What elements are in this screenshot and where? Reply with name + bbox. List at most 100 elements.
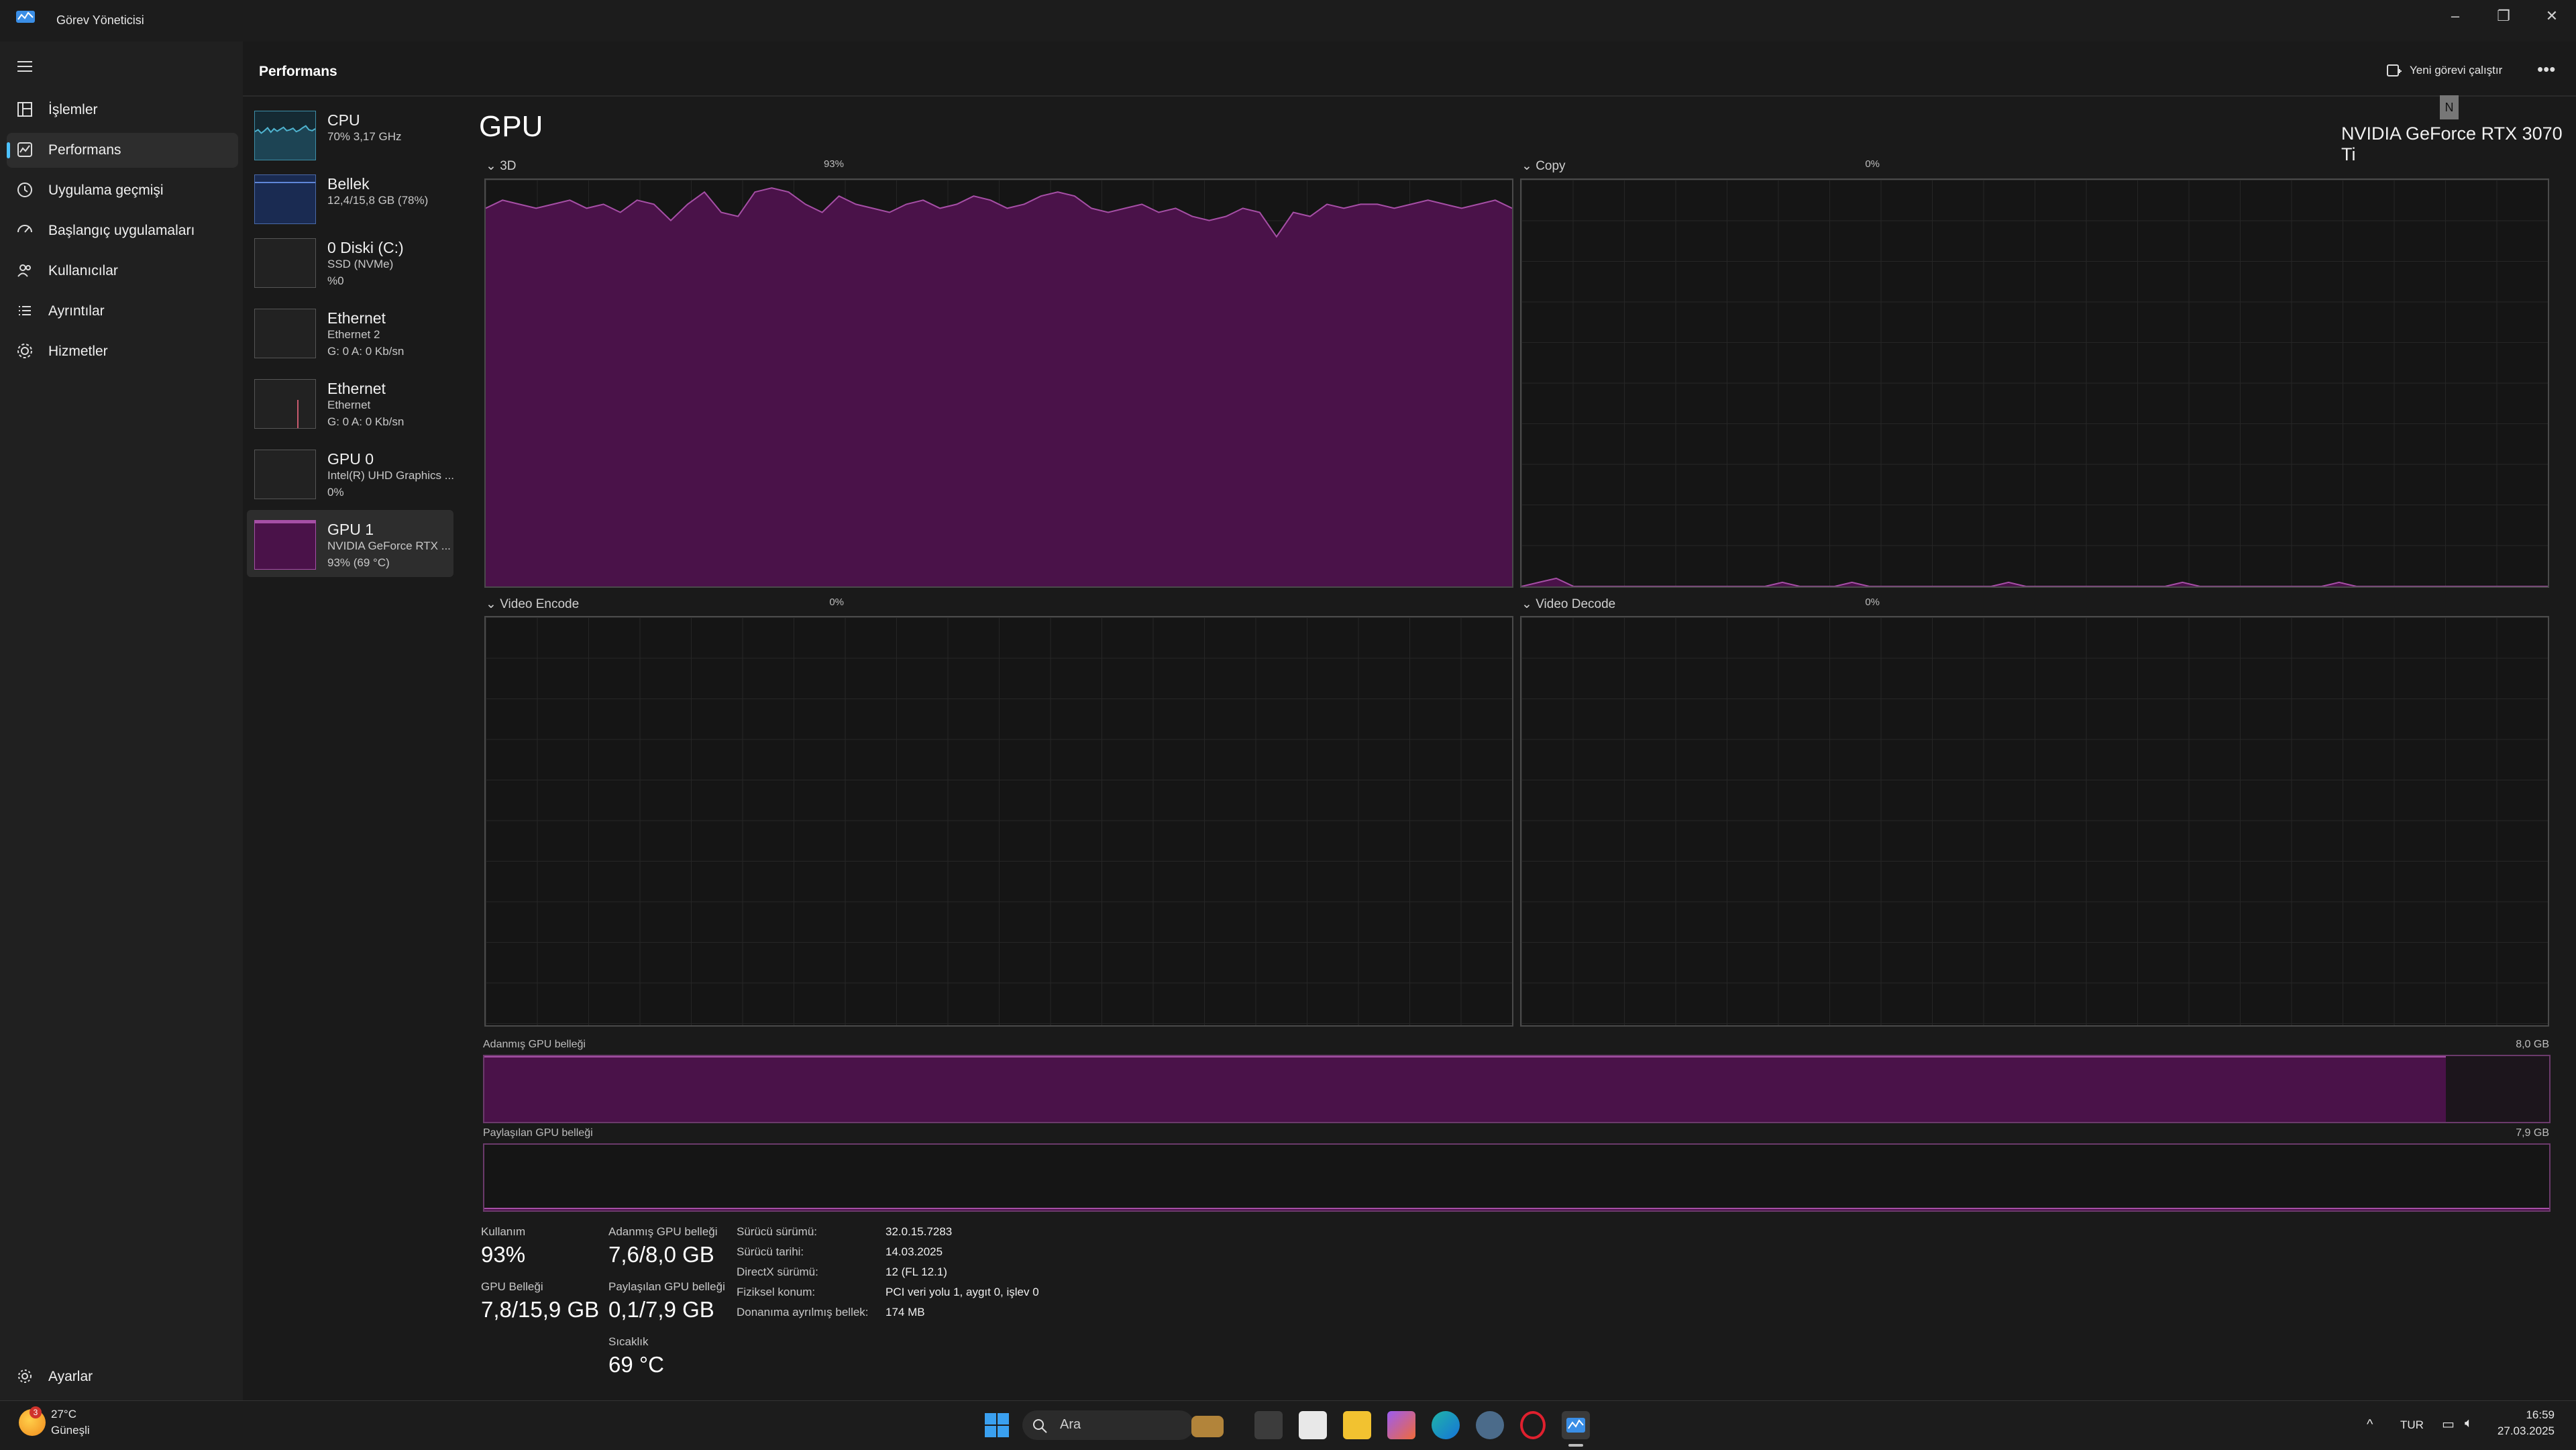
nav-item-settings[interactable]: Ayarlar	[7, 1359, 238, 1394]
resource-disk[interactable]: 0 Diski (C:) SSD (NVMe) %0	[247, 228, 453, 295]
resource-name: CPU	[327, 111, 360, 129]
resource-ethernet[interactable]: Ethernet Ethernet G: 0 A: 0 Kb/sn	[247, 369, 453, 436]
graph-3d	[484, 178, 1513, 588]
more-options-icon[interactable]: •••	[2537, 59, 2555, 80]
page-title: Performans	[259, 64, 337, 79]
weather-desc[interactable]: Güneşli	[51, 1424, 90, 1437]
weather-badge: 3	[30, 1406, 42, 1418]
ethernet-mini-graph	[297, 400, 299, 428]
task-manager-taskbar-icon[interactable]	[1562, 1411, 1590, 1439]
hamburger-menu-icon[interactable]	[15, 56, 35, 76]
nav-item-app-history[interactable]: Uygulama geçmişi	[7, 173, 238, 208]
nav-label: Uygulama geçmişi	[48, 183, 164, 198]
gpu-memory-value: 7,8/15,9 GB	[481, 1297, 600, 1322]
info-value: 14.03.2025	[885, 1245, 943, 1258]
info-value: PCI veri yolu 1, aygıt 0, işlev 0	[885, 1286, 1039, 1298]
info-label: DirectX sürümü:	[737, 1265, 818, 1278]
engine-3d-selector[interactable]: ⌄ 3D	[486, 158, 517, 174]
chevron-up-icon[interactable]: ^	[2367, 1417, 2373, 1433]
volume-icon[interactable]: 🔈︎	[2465, 1416, 2473, 1431]
edge-icon[interactable]	[1432, 1411, 1460, 1439]
gear-icon	[18, 1369, 32, 1383]
cpu-thumbnail	[254, 111, 316, 160]
engine-percent: 0%	[1865, 158, 1880, 170]
task-manager-icon	[1566, 1418, 1585, 1433]
engine-percent: 0%	[1865, 597, 1880, 608]
resource-name: Ethernet	[327, 380, 386, 397]
pane-header	[243, 42, 2576, 97]
temperature-label: Sıcaklık	[608, 1335, 649, 1348]
minimize-button[interactable]: –	[2431, 0, 2479, 32]
task-view-icon[interactable]	[1254, 1411, 1283, 1439]
nav-item-details[interactable]: Ayrıntılar	[7, 294, 238, 329]
shared-memory-label: Paylaşılan GPU belleği	[483, 1127, 593, 1139]
resource-detail: G: 0 A: 0 Kb/sn	[327, 415, 405, 428]
resource-gpu-1[interactable]: GPU 1 NVIDIA GeForce RTX ... 93% (69 °C)	[247, 510, 453, 577]
engine-video-encode-selector[interactable]: ⌄ Video Encode	[486, 597, 579, 612]
resource-name: Ethernet	[327, 309, 386, 327]
graph-copy-series	[1521, 577, 2548, 586]
resource-memory[interactable]: Bellek 12,4/15,8 GB (78%)	[247, 164, 453, 231]
resource-gpu-0[interactable]: GPU 0 Intel(R) UHD Graphics ... 0%	[247, 439, 454, 507]
resource-detail: Ethernet 2	[327, 328, 380, 341]
ethernet-thumbnail	[254, 379, 316, 429]
users-icon	[17, 264, 31, 277]
gpu-copy-usage-area	[1521, 578, 2548, 586]
shared-value: 0,1/7,9 GB	[608, 1297, 714, 1322]
gpu-memory-label: GPU Belleği	[481, 1280, 543, 1293]
dedicated-memory-label: Adanmış GPU belleği	[483, 1039, 586, 1050]
clock-date[interactable]: 27.03.2025	[2490, 1425, 2555, 1438]
engine-name: Video Decode	[1536, 597, 1616, 611]
title-bar	[0, 0, 2576, 42]
processes-icon	[17, 102, 32, 117]
clock-time[interactable]: 16:59	[2497, 1408, 2555, 1422]
nav-item-users[interactable]: Kullanıcılar	[7, 254, 238, 289]
disk-thumbnail	[254, 238, 316, 288]
app-title: Görev Yöneticisi	[56, 13, 144, 27]
weather-temp[interactable]: 27°C	[51, 1408, 76, 1421]
resource-detail: 0%	[327, 486, 344, 499]
info-label: Fiziksel konum:	[737, 1286, 816, 1298]
network-icon[interactable]: ▭	[2442, 1416, 2455, 1433]
search-highlight-icon[interactable]	[1191, 1416, 1224, 1437]
resource-name: GPU 0	[327, 450, 374, 468]
engine-copy-selector[interactable]: ⌄ Copy	[1521, 158, 1566, 174]
resource-detail: Ethernet	[327, 399, 371, 411]
close-button[interactable]: ✕	[2528, 0, 2576, 32]
memory-thumbnail	[254, 174, 316, 224]
search-placeholder: Ara	[1060, 1417, 1081, 1432]
engine-name: Video Encode	[500, 597, 580, 611]
dedicated-label: Adanmış GPU belleği	[608, 1225, 718, 1238]
resource-ethernet-2[interactable]: Ethernet Ethernet 2 G: 0 A: 0 Kb/sn	[247, 299, 453, 366]
store-icon[interactable]	[1299, 1411, 1327, 1439]
info-label: Sürücü tarihi:	[737, 1245, 804, 1258]
dedicated-value: 7,6/8,0 GB	[608, 1242, 714, 1267]
nav-item-processes[interactable]: İşlemler	[7, 93, 238, 127]
steam-icon[interactable]	[1476, 1411, 1504, 1439]
nav-item-services[interactable]: Hizmetler	[7, 334, 238, 369]
maximize-button[interactable]: ❐	[2479, 0, 2528, 32]
details-icon	[19, 306, 31, 315]
taskbar-search[interactable]	[1022, 1410, 1194, 1440]
engine-percent: 0%	[829, 597, 844, 608]
engine-name: Copy	[1536, 159, 1566, 173]
file-explorer-icon[interactable]	[1343, 1411, 1371, 1439]
gpu-heading: GPU	[479, 110, 543, 143]
nav-label: Başlangıç uygulamaları	[48, 223, 195, 238]
info-label: Donanıma ayrılmış bellek:	[737, 1306, 869, 1318]
engine-video-decode-selector[interactable]: ⌄ Video Decode	[1521, 597, 1615, 612]
copilot-icon[interactable]	[1387, 1411, 1415, 1439]
nav-item-performance[interactable]: Performans	[7, 133, 238, 168]
language-indicator[interactable]: TUR	[2400, 1418, 2424, 1432]
resource-cpu[interactable]: CPU 70% 3,17 GHz	[247, 101, 453, 168]
new-task-button[interactable]: Yeni görevi çalıştır	[2410, 64, 2502, 77]
nav-label: Ayrıntılar	[48, 303, 105, 319]
windows-start-icon[interactable]	[983, 1412, 1010, 1439]
gpu1-mini-graph	[255, 521, 315, 523]
nav-item-startup-apps[interactable]: Başlangıç uygulamaları	[7, 213, 238, 248]
resource-name: Bellek	[327, 175, 370, 193]
opera-icon[interactable]	[1520, 1411, 1546, 1439]
temperature-value: 69 °C	[608, 1352, 664, 1377]
shared-memory-max: 7,9 GB	[2516, 1127, 2549, 1139]
gpu0-thumbnail	[254, 450, 316, 499]
